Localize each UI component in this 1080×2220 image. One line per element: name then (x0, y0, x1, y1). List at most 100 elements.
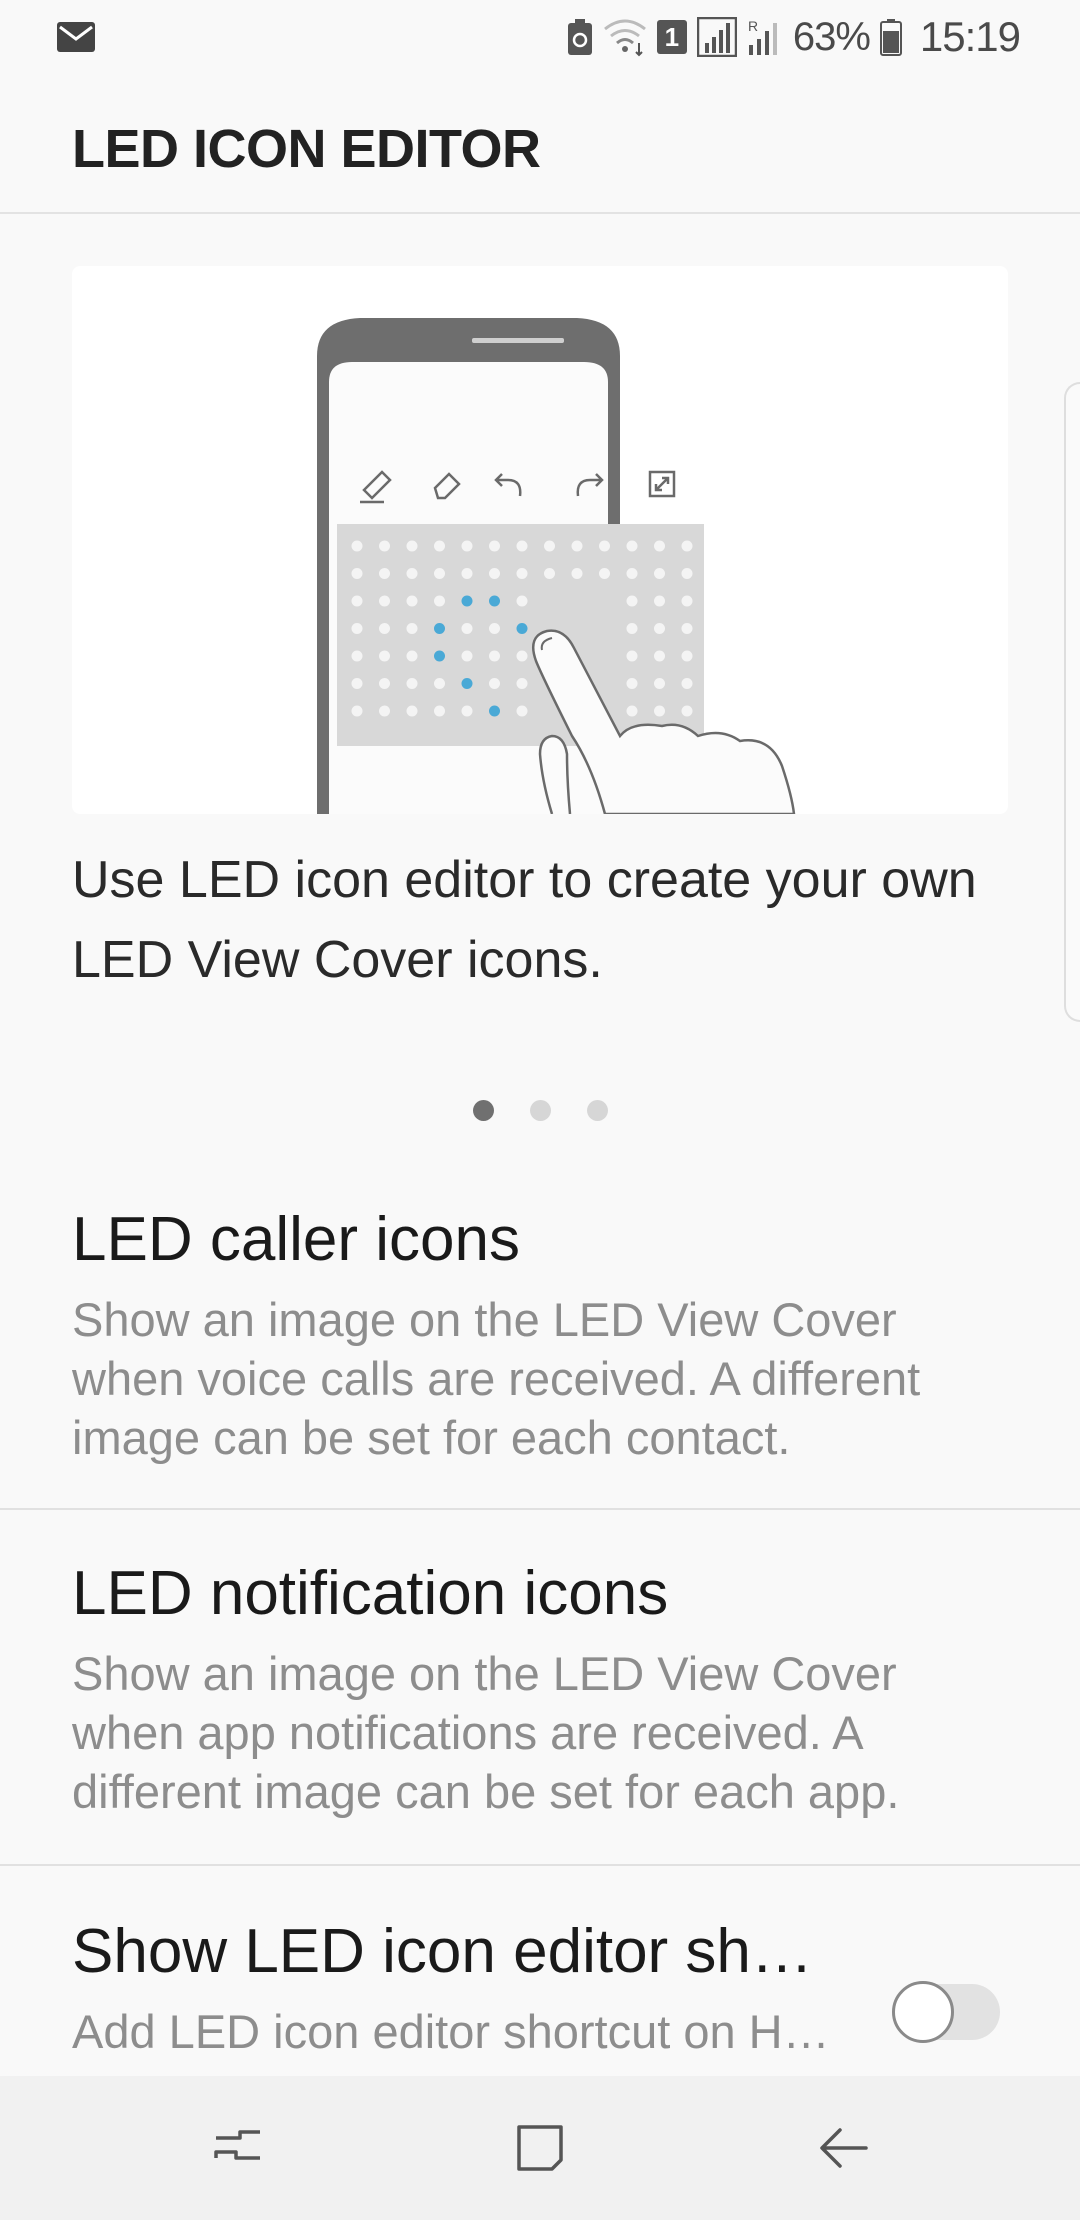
led-dot (461, 705, 473, 717)
led-dot (461, 623, 473, 634)
led-dot (626, 650, 638, 662)
led-editor-illustration (317, 318, 796, 814)
led-dot (626, 623, 638, 634)
led-dot (599, 540, 610, 552)
edge-panel-handle[interactable] (1064, 382, 1080, 1022)
led-dot (434, 650, 445, 662)
led-dot (516, 650, 528, 662)
led-dot (516, 568, 528, 579)
led-dot (654, 705, 665, 717)
led-dot (516, 595, 528, 607)
led-dot (351, 623, 363, 634)
mail-icon (57, 22, 95, 52)
led-dot (681, 678, 693, 689)
led-dot (406, 623, 418, 634)
led-dot (599, 568, 610, 579)
led-dot (379, 705, 390, 717)
led-dot (654, 568, 665, 579)
page-indicator (0, 1100, 1080, 1124)
status-bar: 1 R 63% 15:19 (0, 0, 1080, 76)
carousel-illustration[interactable] (72, 266, 1008, 814)
led-dot (379, 540, 390, 552)
list-item-show-led-icon-editor-shortcut[interactable]: Show LED icon editor sh… Add LED icon ed… (0, 1866, 1080, 2076)
led-dot (461, 678, 473, 689)
led-dot (681, 623, 693, 634)
led-dot (406, 678, 418, 689)
led-dot (489, 705, 500, 717)
led-dot (654, 650, 665, 662)
led-dot (434, 595, 445, 607)
svg-text:R: R (748, 18, 758, 34)
led-dot (379, 623, 390, 634)
led-dot (461, 595, 473, 607)
led-dot (489, 595, 500, 607)
led-dot (351, 650, 363, 662)
led-dot (516, 540, 528, 552)
led-dot (434, 623, 445, 634)
shortcut-toggle[interactable] (892, 1981, 1000, 2043)
led-dot (489, 650, 500, 662)
led-dot (626, 678, 638, 689)
item-subtitle: Add LED icon editor shortcut on H… (72, 2005, 830, 2058)
led-dot (544, 540, 555, 552)
led-dot (681, 595, 693, 607)
led-dot (379, 568, 390, 579)
led-dot (516, 678, 528, 689)
led-dot (379, 595, 390, 607)
page-indicator-dot[interactable] (586, 1100, 608, 1121)
wifi-icon (603, 19, 646, 57)
led-dot (626, 540, 638, 552)
battery-saver-icon (567, 19, 592, 55)
led-dot (544, 568, 555, 579)
led-dot (489, 540, 500, 552)
led-dot (351, 678, 363, 689)
led-dot (351, 595, 363, 607)
item-subtitle: Show an image on the LED View Cover when… (72, 1647, 900, 1818)
led-dot (461, 650, 473, 662)
sim-badge: 1 (656, 20, 687, 54)
led-dot (516, 705, 528, 717)
led-dot (681, 650, 693, 662)
led-dot (351, 705, 363, 717)
list-item-led-notification-icons[interactable]: LED notification icons Show an image on … (0, 1510, 1080, 1864)
back-icon[interactable] (814, 2118, 874, 2178)
led-dot (489, 678, 500, 689)
led-dot (434, 678, 445, 689)
item-title: Show LED icon editor sh… (72, 1917, 813, 1986)
led-dot (654, 595, 665, 607)
carousel-description: Use LED icon editor to create your own L… (72, 851, 977, 989)
led-dot (654, 540, 665, 552)
item-subtitle: Show an image on the LED View Cover when… (72, 1293, 921, 1464)
led-dot (406, 568, 418, 579)
led-dot (351, 568, 363, 579)
home-icon[interactable] (510, 2118, 570, 2178)
led-dot (654, 623, 665, 634)
item-title: LED caller icons (72, 1205, 520, 1274)
led-dot (571, 540, 583, 552)
led-dot (489, 623, 500, 634)
led-dot (571, 568, 583, 579)
led-dot (434, 540, 445, 552)
led-dot (406, 650, 418, 662)
recent-apps-icon[interactable] (208, 2118, 268, 2178)
led-dot (489, 568, 500, 579)
signal-icon: R (748, 18, 777, 55)
led-dot (406, 540, 418, 552)
led-dot (461, 568, 473, 579)
led-icon-editor-screen: 1 R 63% 15:19 LED ICON EDITOR Use LED ic… (0, 0, 1080, 2220)
led-dot (654, 678, 665, 689)
item-title: LED notification icons (72, 1559, 669, 1628)
led-dot (406, 705, 418, 717)
page-indicator-dot[interactable] (472, 1100, 494, 1121)
led-dot (434, 705, 445, 717)
led-dot (681, 568, 693, 579)
led-dot (626, 595, 638, 607)
led-dot (516, 623, 528, 634)
led-dot (681, 705, 693, 717)
list-item-led-caller-icons[interactable]: LED caller icons Show an image on the LE… (0, 1160, 1080, 1508)
page-indicator-dot[interactable] (529, 1100, 551, 1121)
led-dot (434, 568, 445, 579)
led-dot (461, 540, 473, 552)
app-bar: LED ICON EDITOR (0, 76, 1080, 214)
led-dot (681, 540, 693, 552)
